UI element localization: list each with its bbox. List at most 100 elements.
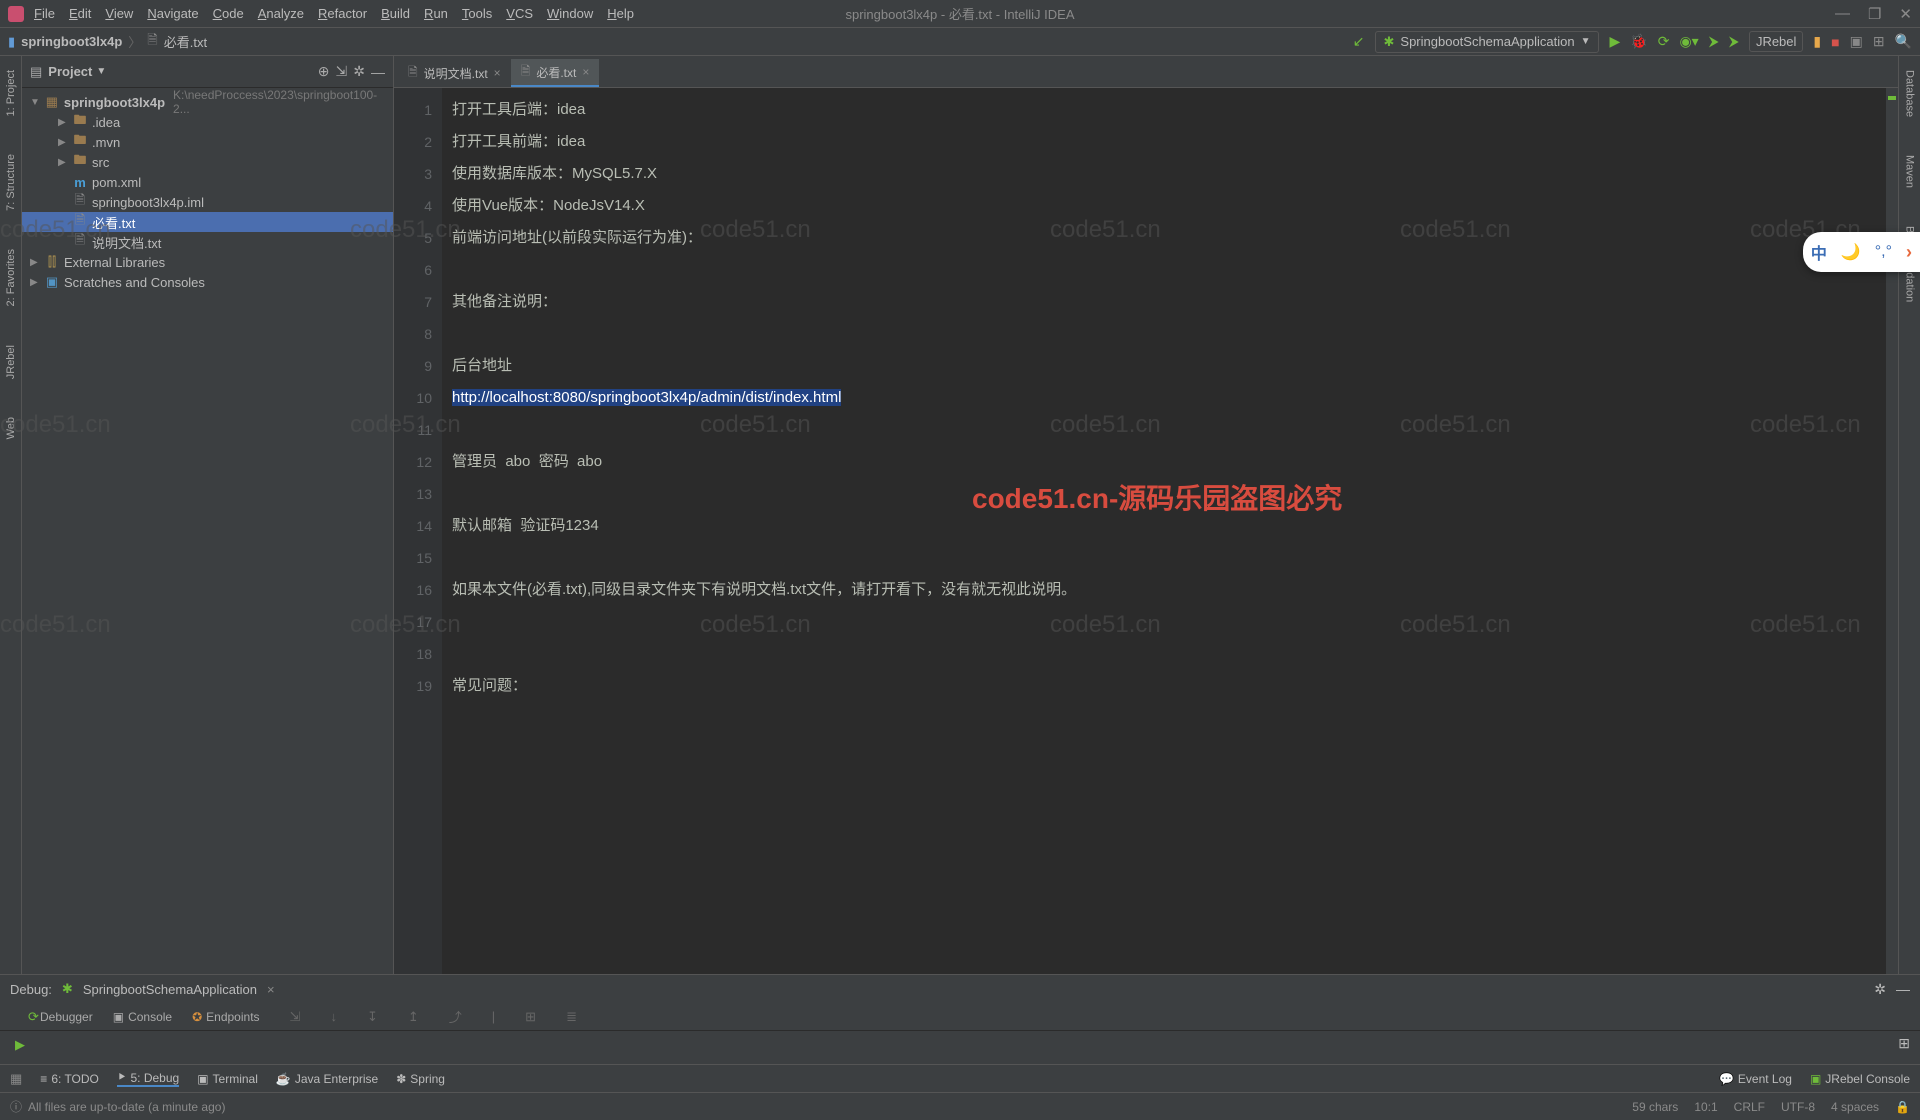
menu-window[interactable]: Window: [547, 6, 593, 21]
status-cell[interactable]: 10:1: [1694, 1100, 1717, 1114]
tree-item[interactable]: mpom.xml: [22, 172, 393, 192]
debug-step-icon[interactable]: ⊞: [525, 1009, 536, 1025]
editor-tab[interactable]: 🗎必看.txt×: [511, 59, 600, 87]
debug-app-name[interactable]: SpringbootSchemaApplication: [83, 982, 257, 997]
menu-code[interactable]: Code: [213, 6, 244, 21]
debug-step-icon[interactable]: ↥: [408, 1009, 419, 1025]
tool-window-list-icon[interactable]: ▦: [10, 1071, 22, 1087]
menu-file[interactable]: File: [34, 6, 55, 21]
search-icon[interactable]: 🔍: [1895, 33, 1912, 50]
project-panel-title[interactable]: Project: [48, 64, 92, 79]
tool-tab-maven[interactable]: Maven: [1904, 151, 1916, 192]
status-cell[interactable]: CRLF: [1734, 1100, 1765, 1114]
jrebel-label[interactable]: JRebel: [1749, 31, 1803, 52]
breadcrumb-root[interactable]: springboot3lx4p: [21, 34, 122, 49]
code-line[interactable]: [442, 606, 1886, 638]
menu-edit[interactable]: Edit: [69, 6, 91, 21]
expand-icon[interactable]: ⇲: [336, 63, 348, 80]
close-icon[interactable]: ✕: [1899, 5, 1912, 23]
tree-item[interactable]: ▶🖿src: [22, 152, 393, 172]
code-line[interactable]: 后台地址: [442, 350, 1886, 382]
code-line[interactable]: [442, 414, 1886, 446]
code-line[interactable]: 打开工具后端：idea: [442, 94, 1886, 126]
tree-item[interactable]: 🗎必看.txt: [22, 212, 393, 232]
moon-icon[interactable]: 🌙: [1841, 242, 1861, 262]
editor-marker-bar[interactable]: [1886, 88, 1898, 974]
menu-vcs[interactable]: VCS: [506, 6, 533, 21]
tool-tab-7-structure[interactable]: 7: Structure: [5, 150, 17, 215]
debug-step-icon[interactable]: |: [492, 1009, 495, 1024]
tool-tab-jrebel[interactable]: JRebel: [5, 341, 17, 383]
ime-dots[interactable]: °,°: [1875, 243, 1892, 261]
menu-navigate[interactable]: Navigate: [147, 6, 198, 21]
tree-root[interactable]: ▼▦ springboot3lx4p K:\needProccess\2023\…: [22, 92, 393, 112]
debug-icon[interactable]: 🐞: [1630, 33, 1647, 50]
debug-tab-endpoints[interactable]: ✪Endpoints: [192, 1010, 259, 1024]
gear-icon[interactable]: ✲: [1874, 981, 1886, 998]
coverage-icon[interactable]: ⟳: [1658, 33, 1670, 50]
resume-icon[interactable]: ▶: [15, 1037, 25, 1053]
maximize-icon[interactable]: ❐: [1868, 5, 1881, 23]
jrebel-debug-icon[interactable]: ⮞: [1729, 33, 1739, 50]
status-cell[interactable]: 59 chars: [1632, 1100, 1678, 1114]
editor-content[interactable]: code51.cn-源码乐园盗图必究 打开工具后端：idea打开工具前端：ide…: [442, 88, 1886, 974]
git-icon[interactable]: ▣: [1850, 33, 1863, 50]
ime-floating-toolbar[interactable]: 中 🌙 °,° ›: [1803, 232, 1920, 272]
debug-step-icon[interactable]: ≣: [566, 1009, 577, 1025]
status-cell[interactable]: UTF-8: [1781, 1100, 1815, 1114]
tool-tab-2-favorites[interactable]: 2: Favorites: [5, 245, 17, 310]
tool-tab-1-project[interactable]: 1: Project: [5, 66, 17, 120]
code-line[interactable]: 打开工具前端：idea: [442, 126, 1886, 158]
tool-tab-web[interactable]: Web: [5, 413, 17, 443]
bottom-tool-5-debug[interactable]: ⯈5: Debug: [117, 1070, 179, 1087]
tree-external-libraries[interactable]: ▶⫿⫿ External Libraries: [22, 252, 393, 272]
code-line[interactable]: http://localhost:8080/springboot3lx4p/ad…: [442, 382, 1886, 414]
bottom-tool-terminal[interactable]: ▣Terminal: [197, 1070, 258, 1087]
code-line[interactable]: 常见问题：: [442, 670, 1886, 702]
project-tree[interactable]: ▼▦ springboot3lx4p K:\needProccess\2023\…: [22, 88, 393, 974]
close-icon[interactable]: ×: [582, 65, 589, 79]
code-line[interactable]: [442, 478, 1886, 510]
menu-view[interactable]: View: [105, 6, 133, 21]
bottom-tool-6-todo[interactable]: ≡6: TODO: [40, 1070, 99, 1087]
event-log-button[interactable]: 💬Event Log: [1719, 1072, 1792, 1086]
menu-build[interactable]: Build: [381, 6, 410, 21]
breadcrumb-file[interactable]: 必看.txt: [164, 32, 207, 51]
menu-help[interactable]: Help: [607, 6, 634, 21]
lock-icon[interactable]: 🔒: [1895, 1100, 1910, 1114]
code-line[interactable]: 默认邮箱 验证码1234: [442, 510, 1886, 542]
rerun-icon[interactable]: ⟳: [28, 1009, 39, 1025]
debug-step-icon[interactable]: ⤴: [449, 1007, 462, 1026]
build-icon[interactable]: ↙: [1353, 33, 1365, 50]
debug-tab-debugger[interactable]: Debugger: [40, 1010, 93, 1024]
bottom-tool-java-enterprise[interactable]: ☕Java Enterprise: [276, 1070, 378, 1087]
code-line[interactable]: 其他备注说明：: [442, 286, 1886, 318]
debug-step-icon[interactable]: ⇲: [290, 1009, 301, 1025]
locate-icon[interactable]: ⊕: [318, 63, 330, 80]
tree-item[interactable]: 🗎springboot3lx4p.iml: [22, 192, 393, 212]
profile-icon[interactable]: ◉▾: [1679, 33, 1698, 50]
collapse-icon[interactable]: —: [371, 64, 385, 80]
tree-scratches[interactable]: ▶▣ Scratches and Consoles: [22, 272, 393, 292]
minimize-icon[interactable]: —: [1896, 981, 1910, 997]
tool-tab-database[interactable]: Database: [1904, 66, 1916, 121]
close-icon[interactable]: ×: [494, 66, 501, 80]
debug-tab-console[interactable]: ▣Console: [113, 1010, 172, 1024]
close-icon[interactable]: ×: [267, 982, 275, 997]
status-cell[interactable]: 4 spaces: [1831, 1100, 1879, 1114]
code-line[interactable]: [442, 542, 1886, 574]
arrow-right-icon[interactable]: ›: [1906, 242, 1912, 263]
tree-item[interactable]: 🗎说明文档.txt: [22, 232, 393, 252]
ime-lang[interactable]: 中: [1811, 240, 1827, 264]
settings-icon[interactable]: ✲: [353, 63, 365, 80]
breadcrumb[interactable]: ▮ springboot3lx4p 〉 🗎 必看.txt: [8, 31, 207, 53]
minimize-icon[interactable]: —: [1835, 5, 1850, 23]
code-line[interactable]: 前端访问地址(以前段实际运行为准)：: [442, 222, 1886, 254]
stop-icon[interactable]: ■: [1831, 34, 1839, 50]
code-line[interactable]: [442, 638, 1886, 670]
run-icon[interactable]: ▶: [1609, 33, 1620, 50]
menu-analyze[interactable]: Analyze: [258, 6, 304, 21]
debug-step-icon[interactable]: ↧: [367, 1009, 378, 1025]
debug-console-body[interactable]: [40, 1031, 1888, 1064]
tree-item[interactable]: ▶🖿.mvn: [22, 132, 393, 152]
